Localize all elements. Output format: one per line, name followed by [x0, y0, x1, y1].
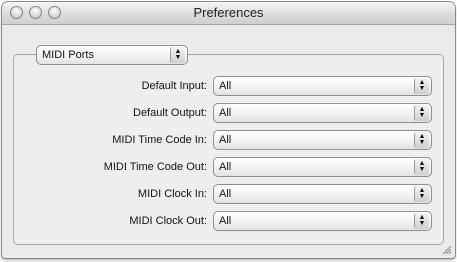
default-input-value: All: [219, 80, 232, 92]
midi-clock-out-value: All: [219, 215, 232, 227]
midi-time-code-in-label: MIDI Time Code In:: [112, 134, 207, 146]
midi-clock-out-label: MIDI Clock Out:: [129, 215, 207, 227]
title-bar[interactable]: Preferences: [2, 2, 455, 25]
updown-arrows-icon: ▲ ▼: [414, 132, 429, 148]
default-input-label: Default Input:: [141, 80, 207, 92]
updown-arrows-icon: ▲ ▼: [414, 159, 429, 175]
midi-clock-in-popup[interactable]: All ▲ ▼: [213, 184, 432, 204]
midi-clock-out-popup[interactable]: All ▲ ▼: [213, 211, 432, 231]
default-output-value: All: [219, 107, 232, 119]
resize-grip-icon[interactable]: [442, 245, 452, 255]
updown-arrows-icon: ▲ ▼: [170, 47, 185, 63]
preferences-window: Preferences MIDI Ports ▲ ▼ Default Input:…: [2, 2, 455, 258]
midi-time-code-out-popup[interactable]: All ▲ ▼: [213, 157, 432, 177]
window-title: Preferences: [193, 5, 264, 20]
default-output-popup[interactable]: All ▲ ▼: [213, 103, 432, 123]
section-popup[interactable]: MIDI Ports ▲ ▼: [36, 45, 188, 65]
midi-time-code-out-label: MIDI Time Code Out:: [103, 161, 207, 173]
updown-arrows-icon: ▲ ▼: [414, 78, 429, 94]
midi-clock-in-label: MIDI Clock In:: [137, 188, 207, 200]
midi-time-code-out-value: All: [219, 161, 232, 173]
default-output-label: Default Output:: [133, 107, 207, 119]
midi-clock-in-value: All: [219, 188, 232, 200]
section-popup-value: MIDI Ports: [42, 49, 94, 61]
midi-time-code-in-value: All: [219, 134, 232, 146]
updown-arrows-icon: ▲ ▼: [414, 186, 429, 202]
updown-arrows-icon: ▲ ▼: [414, 105, 429, 121]
midi-time-code-in-popup[interactable]: All ▲ ▼: [213, 130, 432, 150]
updown-arrows-icon: ▲ ▼: [414, 213, 429, 229]
default-input-popup[interactable]: All ▲ ▼: [213, 76, 432, 96]
